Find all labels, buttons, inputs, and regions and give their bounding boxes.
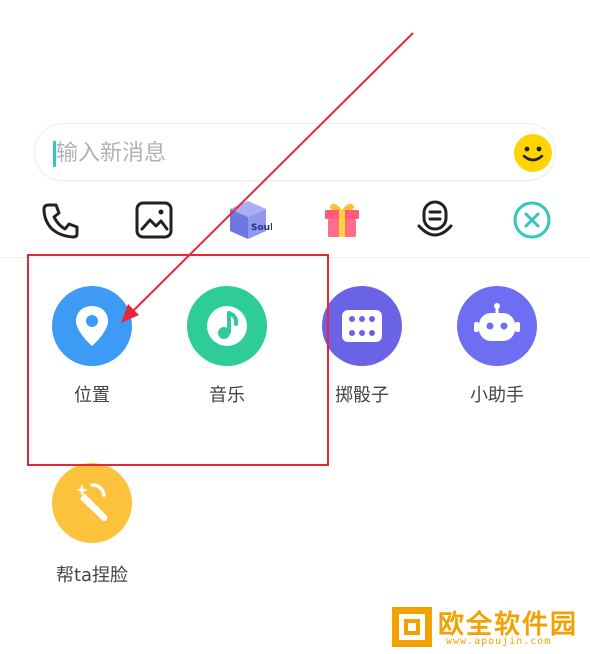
emoji-button[interactable] [513,133,553,173]
watermark-logo-icon [392,607,432,647]
voice-icon [417,200,453,237]
image-icon [135,201,173,239]
gift-icon [325,203,359,237]
smiley-icon [514,134,552,172]
close-icon [513,201,551,239]
voice-button[interactable] [413,198,457,242]
watermark-url: www.apoujin.com [446,636,552,647]
feature-label: 小助手 [470,385,524,406]
dice-icon [342,310,382,342]
phone-icon [42,203,79,239]
watermark-logo [390,605,434,649]
robot-icon [474,303,520,341]
highlight-box [27,254,329,466]
magic-wand-icon [76,483,108,521]
feature-face-maker[interactable]: 帮ta捏脸 [37,463,147,593]
gift-button[interactable] [320,198,364,242]
message-input[interactable] [56,136,496,170]
soul-box-text: Soul [251,223,272,233]
assistant-circle [457,286,537,366]
dice-circle [322,286,402,366]
feature-label: 帮ta捏脸 [55,565,129,586]
face-maker-circle [52,463,132,543]
soul-box-icon: Soul [230,201,273,239]
soul-box-button[interactable]: Soul [224,195,273,243]
phone-button[interactable] [39,198,83,242]
feature-assistant[interactable]: 小助手 [442,286,552,416]
image-button[interactable] [132,198,176,242]
close-panel-button[interactable] [510,198,554,242]
